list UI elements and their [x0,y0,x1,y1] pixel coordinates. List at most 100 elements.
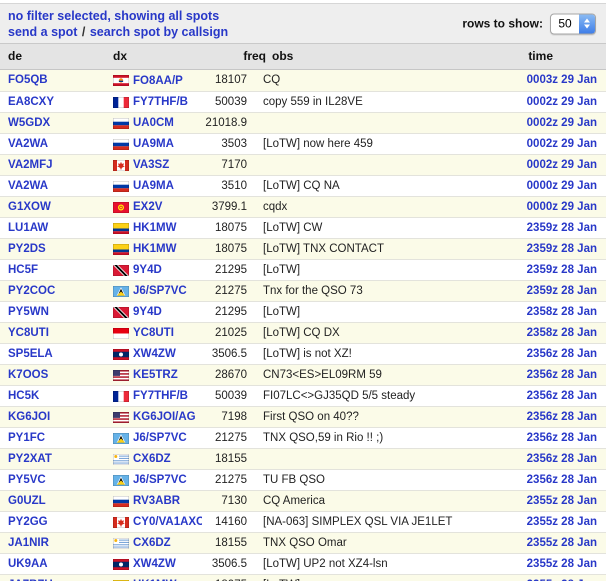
freq-value: 18075 [202,575,250,581]
de-callsign-link[interactable]: EA8CXY [8,96,54,108]
dx-callsign-link[interactable]: J6/SP7VC [133,281,187,301]
de-callsign-link[interactable]: HC5K [8,390,39,402]
de-callsign-link[interactable]: PY5WN [8,306,49,318]
filter-status-link[interactable]: no filter selected, showing all spots [8,9,219,23]
de-callsign-link[interactable]: LU1AW [8,222,48,234]
dx-callsign-link[interactable]: UA9MA [133,134,174,154]
freq-value: 50039 [202,386,250,406]
freq-value: 18155 [202,449,250,469]
dx-callsign-link[interactable]: CY0/VA1AXC [133,512,202,532]
dx-callsign-link[interactable]: XW4ZW [133,344,176,364]
spot-row: VA2MFJVA3SZ71700002z 29 Jan [0,154,606,175]
rows-to-show-control: rows to show: 50 [462,13,596,34]
de-callsign-link[interactable]: PY5VC [8,474,46,486]
dx-callsign-link[interactable]: FO8AA/P [133,71,183,91]
dx-callsign-link[interactable]: HK1MW [133,575,176,581]
flag-laos-icon [113,559,129,570]
send-spot-link[interactable]: send a spot [8,25,77,39]
de-callsign-link[interactable]: PY2COC [8,285,55,297]
dx-callsign-link[interactable]: KE5TRZ [133,365,178,385]
flag-usa-icon [113,370,129,381]
de-callsign-link[interactable]: YC8UTI [8,327,49,339]
de-callsign-link[interactable]: UK9AA [8,558,48,570]
de-callsign-link[interactable]: VA2MFJ [8,159,53,171]
dx-callsign-link[interactable]: FY7THF/B [133,92,188,112]
spot-time: 0002z 29 Jan [506,113,606,133]
spot-row: VA2WAUA9MA3510[LoTW] CQ NA0000z 29 Jan [0,175,606,196]
obs-text: First QSO on 40?? [250,407,506,427]
de-callsign-link[interactable]: KG6JOI [8,411,50,423]
spot-row: W5GDX UA0CM 21018.9 0002z 29 Jan [0,112,606,133]
de-callsign-link[interactable]: FO5QB [8,74,48,86]
dx-callsign-link[interactable]: XW4ZW [133,554,176,574]
freq-value: 21275 [202,428,250,448]
search-spot-link[interactable]: search spot by callsign [90,25,228,39]
freq-value: 21018.9 [202,113,250,133]
dx-callsign-link[interactable]: UA0CM [133,113,174,133]
spot-time: 2356z 28 Jan [506,428,606,448]
de-callsign-link[interactable]: G0UZL [8,495,46,507]
freq-value: 7170 [202,155,250,175]
dx-callsign-link[interactable]: YC8UTI [133,323,174,343]
de-callsign-link[interactable]: PY2XAT [8,453,52,465]
dx-callsign-link[interactable]: J6/SP7VC [133,428,187,448]
obs-text: CN73<ES>EL09RM 59 [250,365,506,385]
dx-callsign-link[interactable]: HK1MW [133,218,176,238]
link-separator: / [82,25,85,39]
spot-row: KG6JOIKG6JOI/AG7198First QSO on 40??2356… [0,406,606,427]
rows-to-show-value: 50 [551,14,579,33]
obs-text: [LoTW] CW [250,218,506,238]
de-callsign-link[interactable]: JA1NIR [8,537,49,549]
de-callsign-link[interactable]: PY1FC [8,432,45,444]
dx-callsign-link[interactable]: KG6JOI/AG [133,407,196,427]
freq-value: 14160 [202,512,250,532]
flag-st-lucia-icon [113,433,129,444]
select-stepper-icon[interactable] [579,14,595,33]
de-callsign-link[interactable]: HC5F [8,264,38,276]
spot-time: 0002z 29 Jan [506,92,606,112]
table-header: de dx freq obs time [0,44,606,70]
column-header-obs: obs [272,44,293,69]
spot-row: G0UZLRV3ABR7130CQ America2355z 28 Jan [0,490,606,511]
dx-callsign-link[interactable]: VA3SZ [133,155,169,175]
de-callsign-link[interactable]: K7OOS [8,369,48,381]
flag-st-lucia-icon [113,286,129,297]
freq-value: 28670 [202,365,250,385]
flag-indonesia-icon [113,328,129,339]
flag-colombia-icon [113,223,129,234]
obs-text: copy 559 in IL28VE [250,92,506,112]
spot-time: 2356z 28 Jan [506,407,606,427]
de-callsign-link[interactable]: W5GDX [8,117,50,129]
flag-france-icon [113,391,129,402]
dx-callsign-link[interactable]: RV3ABR [133,491,180,511]
spot-time: 2356z 28 Jan [506,344,606,364]
obs-text: Tnx for the QSO 73 [250,281,506,301]
dx-callsign-link[interactable]: J6/SP7VC [133,470,187,490]
freq-value: 21275 [202,470,250,490]
obs-text: FI07LC<>GJ35QD 5/5 steady [250,386,506,406]
dx-callsign-link[interactable]: EX2V [133,197,162,217]
dx-callsign-link[interactable]: 9Y4D [133,260,162,280]
toolbar: no filter selected, showing all spots se… [0,3,606,44]
spot-row: PY5WN9Y4D21295[LoTW]2358z 28 Jan [0,301,606,322]
dx-callsign-link[interactable]: 9Y4D [133,302,162,322]
dx-callsign-link[interactable]: FY7THF/B [133,386,188,406]
spot-row: JA7BZUHK1MW18075[LoTW]2355z 28 Jan [0,574,606,581]
rows-to-show-select[interactable]: 50 [550,13,596,34]
de-callsign-link[interactable]: VA2WA [8,138,48,150]
de-callsign-link[interactable]: SP5ELA [8,348,53,360]
spot-row: YC8UTIYC8UTI21025[LoTW] CQ DX2358z 28 Ja… [0,322,606,343]
de-callsign-link[interactable]: PY2DS [8,243,46,255]
spot-time: 2355z 28 Jan [506,554,606,574]
dx-callsign-link[interactable]: CX6DZ [133,449,171,469]
dx-callsign-link[interactable]: CX6DZ [133,533,171,553]
obs-text [250,113,506,133]
obs-text: [LoTW] UP2 not XZ4-lsn [250,554,506,574]
de-callsign-link[interactable]: VA2WA [8,180,48,192]
spot-time: 2359z 28 Jan [506,260,606,280]
de-callsign-link[interactable]: PY2GG [8,516,48,528]
dx-callsign-link[interactable]: HK1MW [133,239,176,259]
dx-callsign-link[interactable]: UA9MA [133,176,174,196]
de-callsign-link[interactable]: G1XOW [8,201,51,213]
flag-uruguay-icon [113,538,129,549]
